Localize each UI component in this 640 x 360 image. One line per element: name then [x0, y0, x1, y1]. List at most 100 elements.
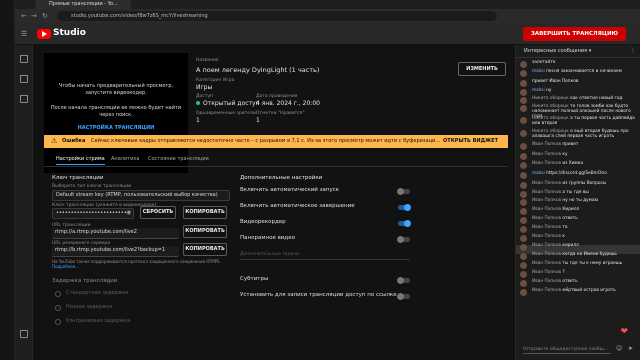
key-type-select[interactable]: Default stream key (RTMP, пользовательск…: [52, 190, 230, 201]
chat-text: из Химка: [562, 161, 584, 166]
chat-message[interactable]: Иван Попков когда на Имени будешь: [518, 252, 636, 257]
public-status-icon: [196, 101, 200, 105]
chat-text: привет Иван Попков: [532, 79, 579, 84]
chat-author: Иван Попков: [532, 216, 561, 221]
nav-feedback-icon[interactable]: [20, 330, 28, 338]
os-sidebar: [0, 0, 15, 360]
nav-webcam-icon[interactable]: [20, 75, 28, 83]
chat-message[interactable]: залетайте: [518, 60, 636, 65]
dvr-toggle[interactable]: [398, 220, 411, 227]
chat-message[interactable]: Иван Попков ну но ты думаю: [518, 198, 636, 203]
edit-button[interactable]: ИЗМЕНИТЬ: [458, 62, 506, 76]
autostop-toggle[interactable]: [398, 204, 411, 211]
tab-stream-settings[interactable]: Настройки стрима: [56, 155, 105, 165]
chat-message[interactable]: Иван Попков привет: [518, 142, 636, 147]
nav-stream-icon[interactable]: [20, 55, 28, 63]
latency-radio-ultralow[interactable]: [55, 319, 61, 325]
heart-icon[interactable]: ❤: [620, 327, 628, 337]
unlisted-toggle[interactable]: [397, 293, 410, 300]
reset-key-button[interactable]: СБРОСИТЬ: [140, 206, 176, 219]
chat-message[interactable]: Иван Попков ответь: [518, 216, 636, 221]
end-stream-button[interactable]: ЗАВЕРШИТЬ ТРАНСЛЯЦИЮ: [522, 27, 626, 41]
chat-message[interactable]: Иван Попков Кирилл: [518, 207, 636, 212]
more-icon[interactable]: ⋮: [630, 47, 636, 54]
browser-toolbar: ← → ↻ studio.youtube.com/video/f8wTz6S_m…: [15, 9, 640, 23]
chat-message[interactable]: Иван Попков ты где ты к нему играешь: [518, 261, 636, 266]
chat-message[interactable]: Иван Попков ку: [518, 152, 636, 157]
chat-author: Иван Попков: [532, 270, 561, 275]
chat-message[interactable]: Иван Попков из группы Вопросы: [518, 181, 636, 186]
chat-text: мёртвый остров играть: [562, 288, 616, 293]
browser-tabbar: Прямые трансляции - Yo...: [15, 0, 640, 9]
chat-author: Иван Попков: [532, 161, 561, 166]
chat-author: Иван Попков: [532, 181, 561, 186]
360-video-label: Панорамное видео: [240, 235, 295, 241]
chat-text: Кирилл: [562, 207, 580, 212]
chat-text: из группы Вопросы: [562, 181, 607, 186]
chat-author: Иван Попков: [532, 252, 561, 257]
warning-icon: ⚠: [51, 137, 58, 145]
chat-heading[interactable]: Интересные сообщения ▾: [524, 48, 591, 54]
latency-radio-standard[interactable]: [55, 291, 61, 297]
chat-message[interactable]: привет Иван Попков: [518, 79, 636, 84]
show-key-icon[interactable]: ◉: [126, 209, 131, 216]
chat-author: Иван Попков: [532, 190, 561, 195]
chat-author: maksi: [532, 88, 545, 93]
chat-message[interactable]: Никита обороцк а ещё вторая будешь про а…: [518, 129, 636, 139]
help-icon[interactable]: ⓘ: [106, 278, 111, 285]
chat-message[interactable]: maksi https://discord.gg/SeBnrDno: [518, 171, 636, 176]
menu-icon[interactable]: ☰: [21, 30, 27, 38]
left-nav: [15, 45, 33, 360]
chat-message[interactable]: Иван Попков ?: [518, 270, 636, 275]
learn-more-link[interactable]: Подробнее...: [52, 264, 79, 269]
subtitles-label: Субтитры: [240, 276, 269, 282]
stream-key-field[interactable]: ••••••••••••••••••••••••: [52, 208, 134, 219]
chat-message[interactable]: Иван Попков мёртвый остров играть: [518, 288, 636, 293]
copy-backup-button[interactable]: КОПИРОВАТЬ: [183, 243, 227, 256]
chat-message[interactable]: Иван Попков к: [518, 234, 636, 239]
chat-text: https://discord.gg/SeBnrDno: [546, 171, 607, 176]
send-icon[interactable]: ➤: [628, 345, 633, 352]
chat-message[interactable]: Иван Попков а ты где вы: [518, 190, 636, 195]
stream-setup-link[interactable]: НАСТРОЙКА ТРАНСЛЯЦИИ: [44, 125, 188, 131]
open-widget-button[interactable]: ОТКРЫТЬ ВИДЖЕТ: [443, 135, 498, 148]
extra-divider: [240, 259, 410, 260]
chat-message[interactable]: Иван Попков из Химка: [518, 161, 636, 166]
chat-text: залетайте: [532, 60, 556, 65]
chat-text: ну но ты думаю: [562, 198, 599, 203]
copy-key-button[interactable]: КОПИРОВАТЬ: [183, 206, 227, 219]
stream-title: А поем легенду DyingLight (1 часть): [196, 66, 320, 74]
youtube-logo-icon[interactable]: [37, 29, 51, 39]
chat-message[interactable]: Никита обороцк а ты первая часть дайпейд…: [518, 116, 636, 126]
category-value: Игры: [196, 84, 213, 91]
reload-icon[interactable]: ↻: [42, 12, 48, 20]
chat-message[interactable]: Иван Попков ответь: [518, 279, 636, 284]
stream-url-field[interactable]: rtmp://a.rtmp.youtube.com/live2: [52, 228, 179, 239]
viewers-value: 1: [196, 117, 200, 124]
tab-analytics[interactable]: Аналитика: [111, 155, 139, 164]
backup-url-field[interactable]: rtmp://b.rtmp.youtube.com/live2?backup=1: [52, 246, 179, 257]
game-label: Игра: [223, 78, 235, 83]
chat-message[interactable]: Иван Попков кирилл: [518, 243, 636, 248]
chat-message[interactable]: maksi ну: [518, 88, 636, 93]
360-video-toggle[interactable]: [397, 236, 410, 243]
forward-icon[interactable]: →: [31, 12, 37, 20]
subtitles-toggle[interactable]: [397, 277, 410, 284]
nav-manage-icon[interactable]: [20, 95, 28, 103]
browser-tab[interactable]: Прямые трансляции - Yo...: [35, 0, 131, 9]
chat-input[interactable]: Отправьте общедоступное сообщ...: [523, 345, 611, 354]
emoji-icon[interactable]: ☺: [616, 345, 622, 352]
back-icon[interactable]: ←: [21, 12, 27, 20]
chat-message[interactable]: Иван Попков то: [518, 225, 636, 230]
copy-url-button[interactable]: КОПИРОВАТЬ: [183, 225, 227, 238]
extra-tasks-label: Дополнительные задачи: [240, 252, 299, 257]
tab-stream-health[interactable]: Состояние трансляции: [148, 155, 209, 164]
address-bar[interactable]: studio.youtube.com/video/f8wTz6S_mcY/liv…: [57, 11, 497, 21]
latency-option-ultralow: Ультранизкая задержка: [66, 318, 131, 324]
chat-author: Никита обороцк: [532, 96, 569, 101]
autostop-label: Включить автоматическое завершение: [240, 203, 355, 209]
autostart-toggle[interactable]: [397, 188, 410, 195]
chat-message[interactable]: Никита обороцк как ответил новый год: [518, 96, 636, 101]
latency-radio-low[interactable]: [55, 305, 61, 311]
chat-message[interactable]: maksi песня заканчивается и начинаем: [518, 69, 636, 74]
